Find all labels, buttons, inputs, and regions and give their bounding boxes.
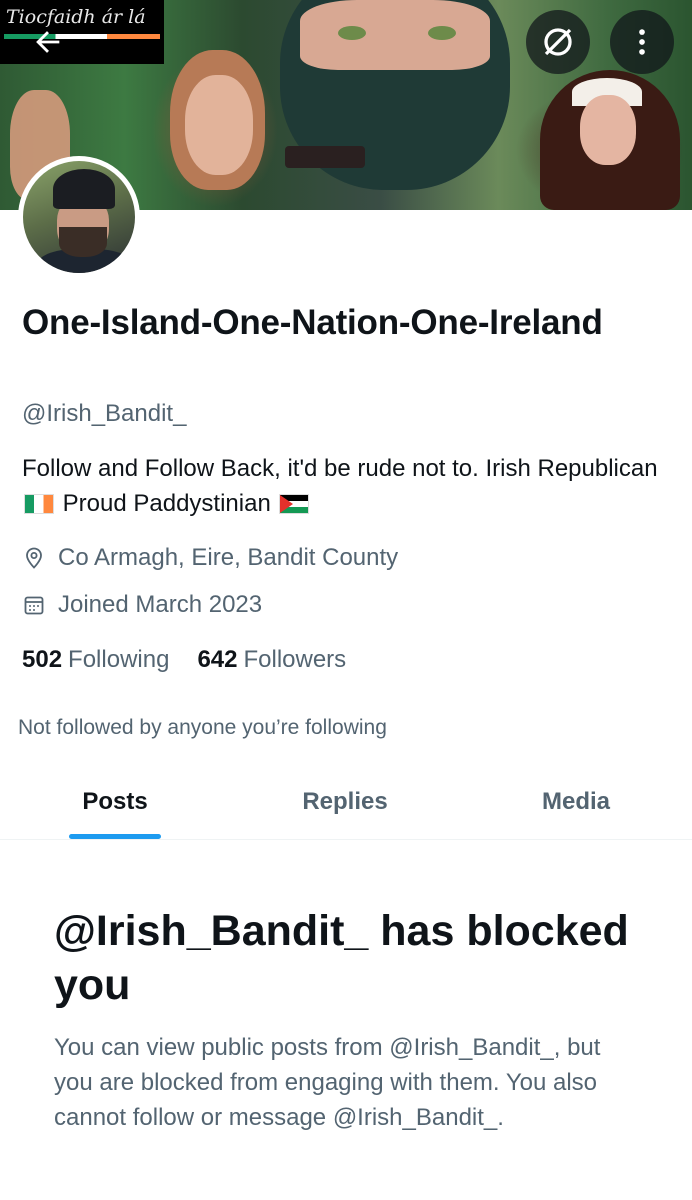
profile-tabs: Posts Replies Media — [0, 764, 692, 840]
banner-person-face — [185, 75, 253, 175]
palestine-flag-icon — [279, 494, 310, 514]
blocked-description: You can view public posts from @Irish_Ba… — [54, 1034, 601, 1131]
followers-label: Followers — [243, 646, 347, 673]
blocked-status-button[interactable] — [526, 10, 590, 74]
profile-bio: Follow and Follow Back, it'd be rude not… — [22, 451, 662, 521]
location-pin-icon — [26, 547, 42, 569]
tab-posts[interactable]: Posts — [0, 764, 230, 839]
tab-posts-label: Posts — [82, 787, 148, 815]
location-text: Co Armagh, Eire, Bandit County — [58, 544, 399, 571]
avatar-beard — [59, 227, 107, 257]
banner-nun-face — [580, 95, 636, 165]
profile-location: Co Armagh, Eire, Bandit County — [22, 544, 398, 572]
join-date-text: Joined March 2023 — [58, 591, 263, 618]
tab-replies[interactable]: Replies — [230, 764, 460, 839]
followers-link[interactable]: 642 Followers — [197, 646, 346, 674]
following-count: 502 — [22, 646, 63, 673]
avatar[interactable] — [18, 156, 140, 278]
tab-replies-label: Replies — [302, 787, 388, 815]
bio-text-2: Proud Paddystinian — [56, 490, 278, 517]
following-link[interactable]: 502 Following — [22, 646, 169, 674]
profile-display-name: One-Island-One-Nation-One-Ireland — [22, 303, 603, 342]
followers-count: 642 — [197, 646, 238, 673]
profile-join-date: Joined March 2023 — [22, 591, 262, 619]
banner-masked-eyes — [300, 0, 490, 70]
bio-text-1: Follow and Follow Back, it'd be rude not… — [22, 455, 658, 482]
tab-media[interactable]: Media — [460, 764, 692, 839]
profile-handle: @Irish_Bandit_ — [22, 400, 187, 427]
avatar-hat — [53, 169, 115, 209]
more-vertical-icon — [639, 29, 645, 55]
tab-media-label: Media — [541, 787, 610, 815]
blocked-title: @Irish_Bandit_ has blocked you — [54, 907, 629, 1009]
follow-stats: 502 Following 642 Followers — [22, 646, 346, 674]
more-options-button[interactable] — [610, 10, 674, 74]
back-button[interactable] — [16, 10, 80, 74]
arrow-left-icon — [36, 31, 60, 53]
active-tab-indicator — [69, 834, 161, 839]
banner-pistol — [285, 146, 365, 168]
blocked-circle-icon — [544, 28, 572, 56]
ireland-flag-icon — [24, 494, 54, 514]
followed-by-text: Not followed by anyone you’re following — [18, 716, 387, 739]
calendar-icon — [24, 596, 44, 615]
following-label: Following — [68, 646, 170, 673]
